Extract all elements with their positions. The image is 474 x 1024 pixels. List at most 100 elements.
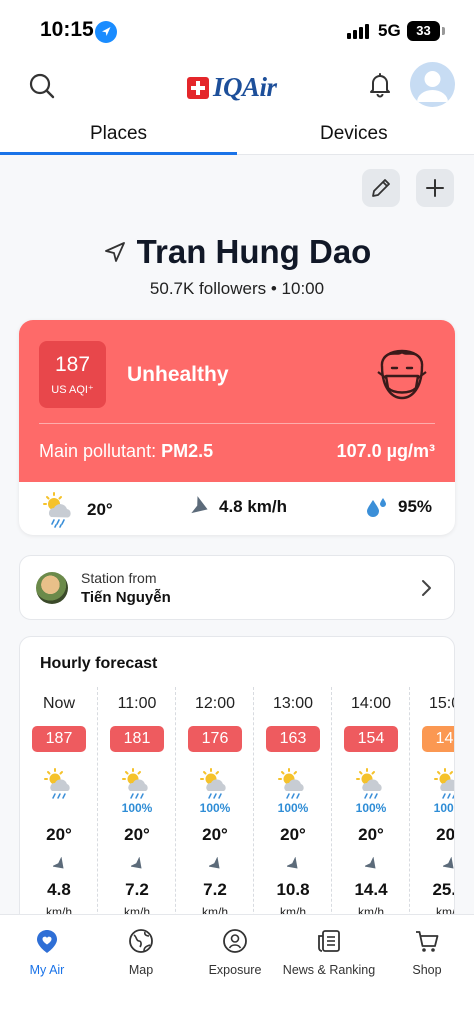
mask-face-icon <box>374 338 430 404</box>
hour-wind: 14.4 <box>354 880 388 899</box>
station-label: Station from <box>81 570 157 586</box>
hour-aqi-badge: 187 <box>32 726 86 752</box>
hourly-item: 13:00 163 100% 20° 10.8 km/h <box>254 687 332 925</box>
battery-tip <box>442 27 445 35</box>
hourly-item: 12:00 176 100% 20° 7.2 km/h <box>176 687 254 925</box>
hourly-item: Now 187 20° 4.8 km/h <box>20 687 98 925</box>
add-button[interactable] <box>416 169 454 207</box>
partly-sunny-rain-icon <box>200 768 226 799</box>
navigation-arrow-icon <box>104 242 125 262</box>
hour-wind: 10.8 <box>276 880 310 899</box>
nav-label: Exposure <box>208 963 262 977</box>
tab-bar: Places Devices <box>0 115 474 155</box>
aqi-summary: 187 US AQI⁺ Unhealthy Main pollutant: PM… <box>19 320 455 482</box>
humidity-icon <box>367 498 386 517</box>
hour-precip: 100% <box>355 801 387 815</box>
station-card[interactable]: Station from Tiến Nguyễn <box>19 555 455 620</box>
chevron-right-icon <box>416 577 436 599</box>
hourly-title: Hourly forecast <box>40 655 158 672</box>
tab-devices[interactable]: Devices <box>320 123 388 145</box>
wind-direction-icon <box>443 857 454 869</box>
aqi-badge: 187 US AQI⁺ <box>39 341 106 408</box>
temperature: 20° <box>39 490 113 530</box>
hour-aqi-badge: 163 <box>266 726 320 752</box>
hour-precip: 100% <box>121 801 153 815</box>
nav-my-air[interactable]: My Air <box>0 927 94 977</box>
app-header: IQAir Places Devices <box>0 60 474 155</box>
temperature-value: 20° <box>87 500 113 519</box>
nav-label: Map <box>128 963 154 977</box>
cart-icon <box>416 931 439 952</box>
divider <box>39 423 435 424</box>
partly-sunny-rain-icon <box>43 492 71 528</box>
wind-direction-icon <box>131 857 142 869</box>
hour-time: 11:00 <box>117 695 157 712</box>
edit-button[interactable] <box>362 169 400 207</box>
tab-places[interactable]: Places <box>90 123 147 145</box>
nav-news-ranking[interactable]: News & Ranking <box>282 927 376 977</box>
nav-map[interactable]: Map <box>94 927 188 977</box>
nav-label: News & Ranking <box>282 963 376 977</box>
logo-text: IQAir <box>213 72 277 102</box>
hour-wind: 25.2 <box>432 880 454 899</box>
partly-sunny-rain-icon <box>434 768 454 799</box>
wind-direction-icon <box>209 857 220 869</box>
hour-wind: 7.2 <box>203 880 227 899</box>
signal-icon <box>347 24 369 39</box>
active-tab-indicator <box>0 152 237 155</box>
hour-time: 13:00 <box>272 695 314 712</box>
hour-wind: 4.8 <box>47 880 71 899</box>
hour-temp: 20° <box>358 825 384 844</box>
plus-icon <box>426 179 444 197</box>
wind-value: 4.8 km/h <box>219 497 288 516</box>
wind-direction-icon <box>287 857 298 869</box>
wind-direction-icon <box>191 496 208 514</box>
humidity: 95% <box>364 496 432 518</box>
hour-temp: 20° <box>436 825 455 844</box>
pollutant-label: Main pollutant: <box>39 441 162 461</box>
hourly-forecast-card[interactable]: Hourly forecast Now 187 20° 4.8 km/h 11:00 181… <box>19 636 455 926</box>
partly-sunny-rain-icon <box>122 768 148 799</box>
hour-temp: 20° <box>280 825 306 844</box>
partly-sunny-rain-icon <box>44 768 70 799</box>
search-icon[interactable] <box>26 70 58 102</box>
iqair-logo: IQAir <box>187 72 277 103</box>
hour-precip: 100% <box>433 801 454 815</box>
hour-temp: 20° <box>202 825 228 844</box>
aqi-value: 187 <box>54 353 91 376</box>
hour-precip: 100% <box>277 801 309 815</box>
place-header: Tran Hung Dao <box>0 233 474 271</box>
pollutant-name: PM2.5 <box>161 441 214 461</box>
status-bar: 10:15 5G 33 <box>0 0 474 60</box>
hour-time: Now <box>42 695 75 712</box>
nav-label: My Air <box>29 963 65 977</box>
aqi-status: Unhealthy <box>127 363 229 386</box>
humidity-value: 95% <box>398 497 433 516</box>
wind: 4.8 km/h <box>191 496 287 518</box>
swiss-flag-icon <box>187 76 209 99</box>
globe-icon <box>129 929 153 953</box>
hour-wind: 7.2 <box>125 880 149 899</box>
hour-temp: 20° <box>46 825 72 844</box>
hourly-item: 15:00146100%20°25.2km/h <box>410 687 455 925</box>
hour-aqi-badge: 176 <box>188 726 242 752</box>
battery-icon: 33 <box>407 21 440 41</box>
status-time: 10:15 <box>40 18 94 41</box>
partly-sunny-rain-icon <box>278 768 304 799</box>
nav-shop[interactable]: Shop <box>380 927 474 977</box>
aqi-unit: US AQI⁺ <box>51 384 94 396</box>
aqi-card[interactable]: 187 US AQI⁺ Unhealthy Main pollutant: PM… <box>19 320 455 535</box>
nav-exposure[interactable]: Exposure <box>188 927 282 977</box>
location-arrow-icon <box>95 21 117 43</box>
hour-time: 14:00 <box>350 695 392 712</box>
heart-location-icon <box>37 930 57 953</box>
exposure-icon <box>223 929 247 953</box>
pencil-icon <box>372 179 390 197</box>
hour-aqi-badge: 181 <box>110 726 164 752</box>
wind-direction-icon <box>365 857 376 869</box>
avatar[interactable] <box>410 62 455 107</box>
pollutant-concentration: 107.0 µg/m³ <box>336 441 435 461</box>
hour-aqi-badge: 146 <box>422 726 454 752</box>
hour-temp: 20° <box>124 825 150 844</box>
bell-icon[interactable] <box>364 68 396 100</box>
